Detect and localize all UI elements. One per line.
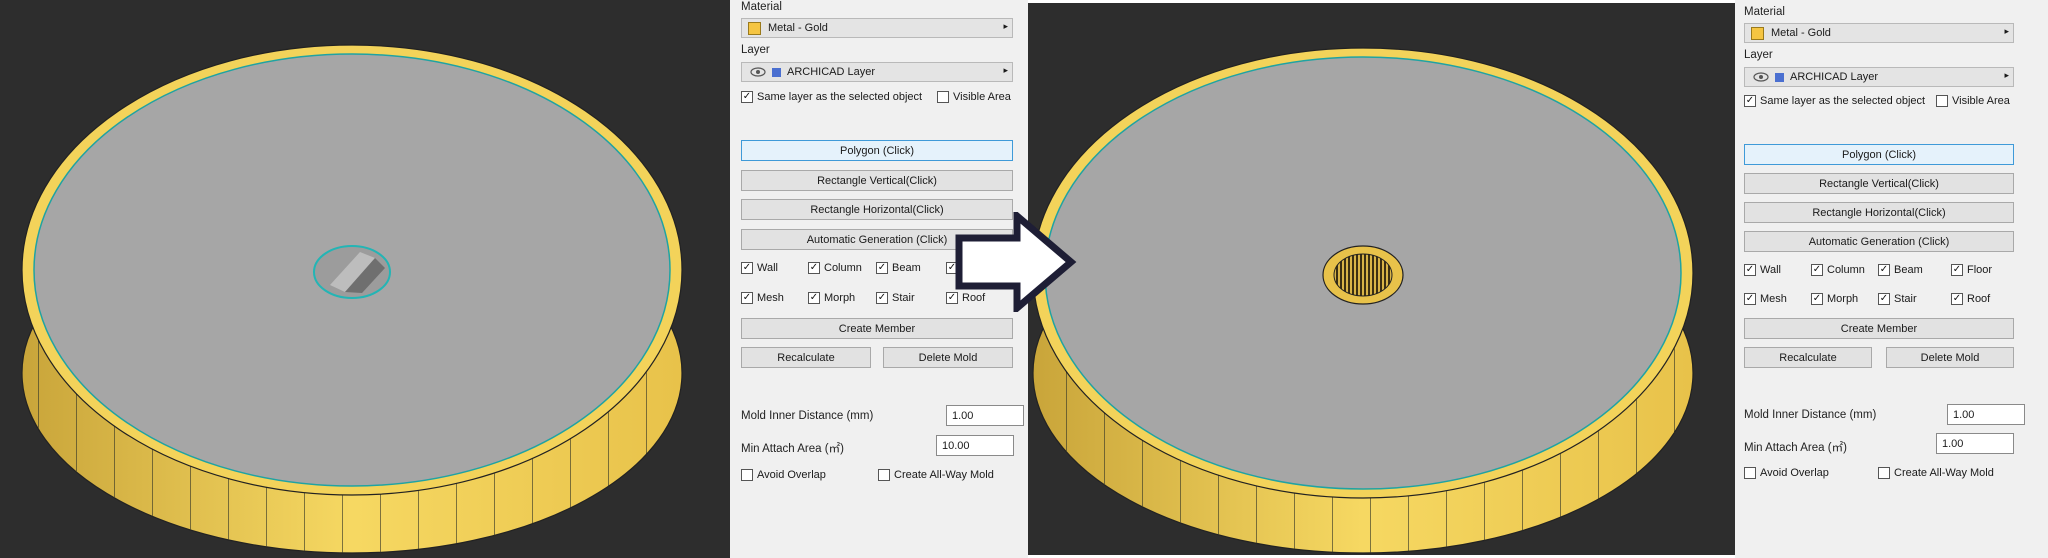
checkbox-checked-icon: ✓	[741, 91, 753, 103]
rectangle-vertical-button[interactable]: Rectangle Vertical(Click)	[741, 170, 1013, 191]
layer-dropdown[interactable]: ARCHICAD Layer ▸	[741, 62, 1013, 82]
column-checkbox[interactable]: ✓ Column	[1811, 264, 1865, 276]
floor-checkbox[interactable]: ✓Floor	[1951, 264, 1992, 276]
layer-value: ARCHICAD Layer	[1790, 71, 1879, 83]
settings-panel-after: Material Metal - Gold ▸ Layer ARCHICAD L…	[1735, 0, 2048, 558]
dropdown-arrow-icon: ▸	[2004, 26, 2009, 36]
viewport-after[interactable]	[1028, 3, 1735, 555]
right-arrow-icon	[955, 212, 1077, 312]
min-attach-area-input[interactable]: 1.00	[1936, 433, 2014, 454]
wall-checkbox[interactable]: ✓ Wall	[1744, 264, 1781, 276]
layer-icon	[772, 67, 781, 77]
wall-checkbox[interactable]: ✓ Wall	[741, 262, 778, 274]
polygon-button[interactable]: Polygon (Click)	[1744, 144, 2014, 165]
layer-value: ARCHICAD Layer	[787, 66, 876, 78]
gold-swatch-icon	[748, 21, 761, 35]
mesh-checkbox[interactable]: ✓ Mesh	[741, 292, 784, 304]
column-checkbox[interactable]: ✓ Column	[808, 262, 862, 274]
min-attach-area-label: Min Attach Area (㎡)	[1744, 442, 1847, 454]
stair-checkbox[interactable]: ✓ Stair	[876, 292, 915, 304]
material-dropdown[interactable]: Metal - Gold ▸	[1744, 23, 2014, 43]
min-attach-area-input[interactable]: 10.00	[936, 435, 1014, 456]
dropdown-arrow-icon: ▸	[1003, 21, 1008, 31]
automatic-generation-button[interactable]: Automatic Generation (Click)	[1744, 231, 2014, 252]
checkbox-checked-icon: ✓	[1744, 95, 1756, 107]
eye-icon[interactable]	[1753, 72, 1769, 82]
polygon-button[interactable]: Polygon (Click)	[741, 140, 1013, 161]
dropdown-arrow-icon: ▸	[2004, 70, 2009, 80]
layer-label: Layer	[1744, 49, 1773, 61]
morph-checkbox[interactable]: ✓ Morph	[1811, 293, 1858, 305]
avoid-overlap-checkbox[interactable]: Avoid Overlap	[1744, 467, 1829, 479]
gold-swatch-icon	[1751, 26, 1764, 40]
dropdown-arrow-icon: ▸	[1003, 65, 1008, 75]
create-member-button[interactable]: Create Member	[1744, 318, 2014, 339]
layer-dropdown[interactable]: ARCHICAD Layer ▸	[1744, 67, 2014, 87]
visible-area-checkbox[interactable]: Visible Area	[937, 91, 1011, 103]
layer-icon	[1775, 72, 1784, 82]
create-member-button[interactable]: Create Member	[741, 318, 1013, 339]
min-attach-area-label: Min Attach Area (㎡)	[741, 443, 844, 455]
viewport-before[interactable]	[0, 0, 730, 558]
recalculate-button[interactable]: Recalculate	[741, 347, 871, 368]
material-label: Material	[1744, 6, 1785, 18]
beam-checkbox[interactable]: ✓ Beam	[876, 262, 921, 274]
stair-checkbox[interactable]: ✓ Stair	[1878, 293, 1917, 305]
create-all-way-mold-checkbox[interactable]: Create All-Way Mold	[878, 469, 994, 481]
same-layer-checkbox[interactable]: ✓ Same layer as the selected object	[741, 91, 922, 103]
material-value: Metal - Gold	[768, 22, 828, 34]
material-dropdown[interactable]: Metal - Gold ▸	[741, 18, 1013, 38]
visible-area-checkbox[interactable]: Visible Area	[1936, 95, 2010, 107]
mold-inner-distance-label: Mold Inner Distance (mm)	[1744, 409, 1877, 421]
mold-inner-distance-input[interactable]: 1.00	[946, 405, 1024, 426]
delete-mold-button[interactable]: Delete Mold	[1886, 347, 2014, 368]
disk-model-after	[1032, 47, 1694, 554]
material-value: Metal - Gold	[1771, 27, 1831, 39]
recalculate-button[interactable]: Recalculate	[1744, 347, 1872, 368]
mesh-checkbox[interactable]: ✓ Mesh	[1744, 293, 1787, 305]
avoid-overlap-checkbox[interactable]: Avoid Overlap	[741, 469, 826, 481]
material-label: Material	[741, 1, 782, 13]
rectangle-vertical-button[interactable]: Rectangle Vertical(Click)	[1744, 173, 2014, 194]
delete-mold-button[interactable]: Delete Mold	[883, 347, 1013, 368]
roof-checkbox[interactable]: ✓ Roof	[1951, 293, 1990, 305]
mold-inner-distance-input[interactable]: 1.00	[1947, 404, 2025, 425]
beam-checkbox[interactable]: ✓ Beam	[1878, 264, 1923, 276]
morph-checkbox[interactable]: ✓ Morph	[808, 292, 855, 304]
same-layer-checkbox[interactable]: ✓ Same layer as the selected object	[1744, 95, 1925, 107]
eye-icon[interactable]	[750, 67, 766, 77]
rectangle-horizontal-button[interactable]: Rectangle Horizontal(Click)	[1744, 202, 2014, 223]
disk-model-before	[21, 44, 683, 554]
layer-label: Layer	[741, 44, 770, 56]
create-all-way-mold-checkbox[interactable]: Create All-Way Mold	[1878, 467, 1994, 479]
mold-inner-distance-label: Mold Inner Distance (mm)	[741, 410, 874, 422]
